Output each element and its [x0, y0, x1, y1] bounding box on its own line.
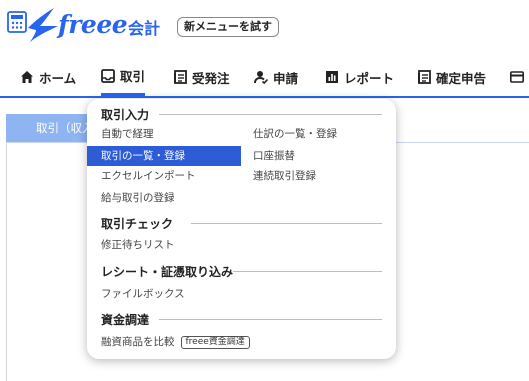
nav-item-label: 申請	[273, 70, 299, 86]
section-divider	[233, 271, 382, 272]
nav-item-orders[interactable]: 受発注	[173, 58, 230, 96]
document-icon	[417, 70, 431, 84]
transactions-dropdown-menu: 取引入力 自動で経理 仕訳の一覧・登録 取引の一覧・登録 口座振替 エクセルイン…	[87, 99, 396, 359]
section-divider	[159, 114, 382, 115]
app-header: freee 会計 新メニューを試す	[0, 0, 529, 58]
tray-icon	[101, 68, 115, 83]
menu-item-auto-accounting[interactable]: 自動で経理	[101, 124, 154, 144]
menu-item-pending-fix-list[interactable]: 修正待ちリスト	[101, 235, 175, 255]
nav-item-applications[interactable]: 申請	[254, 58, 298, 96]
person-check-icon	[254, 70, 269, 85]
bar-chart-icon	[325, 70, 339, 84]
freee-fundraising-badge: freee資金調達	[180, 335, 250, 349]
nav-item-label: 確定申告	[436, 70, 487, 86]
menu-item-compare-loans[interactable]: 融資商品を比較 freee資金調達	[101, 332, 250, 352]
menu-item-label: 融資商品を比較	[101, 336, 175, 348]
try-new-menu-button[interactable]: 新メニューを試す	[177, 17, 279, 37]
menu-item-transaction-list[interactable]: 取引の一覧・登録	[87, 146, 241, 166]
nav-item-label: 受発注	[192, 70, 230, 86]
menu-item-journal-list[interactable]: 仕訳の一覧・登録	[253, 124, 337, 144]
content-border	[6, 142, 7, 381]
main-nav: ホーム 取引 受発注 申請 レポート 確定申告	[0, 58, 529, 98]
section-title-transaction-input: 取引入力	[101, 108, 150, 122]
nav-item-more[interactable]	[510, 58, 529, 96]
menu-item-continuous-registration[interactable]: 連続取引登録	[253, 166, 316, 186]
menu-item-file-box[interactable]: ファイルボックス	[101, 284, 185, 304]
logo-product-name: 会計	[128, 19, 161, 38]
logo-wordmark: freee	[58, 10, 128, 39]
section-title-fundraising: 資金調達	[101, 313, 150, 327]
section-divider	[191, 223, 382, 224]
nav-item-label: ホーム	[39, 70, 77, 86]
nav-item-label: 取引	[120, 69, 146, 84]
section-title-transaction-check: 取引チェック	[101, 217, 174, 231]
nav-item-transactions[interactable]: 取引	[101, 58, 146, 96]
section-divider	[159, 319, 382, 320]
document-icon	[173, 70, 187, 84]
menu-item-payroll-registration[interactable]: 給与取引の登録	[101, 188, 175, 208]
card-icon	[510, 70, 524, 84]
menu-item-account-transfer[interactable]: 口座振替	[253, 146, 295, 166]
section-title-receipt-import: レシート・証憑取り込み	[101, 265, 234, 279]
home-icon	[20, 70, 34, 84]
nav-item-label: レポート	[344, 70, 395, 86]
nav-item-home[interactable]: ホーム	[20, 58, 76, 96]
menu-item-excel-import[interactable]: エクセルインポート	[101, 166, 196, 186]
nav-item-tax-return[interactable]: 確定申告	[417, 58, 486, 96]
nav-item-reports[interactable]: レポート	[325, 58, 394, 96]
